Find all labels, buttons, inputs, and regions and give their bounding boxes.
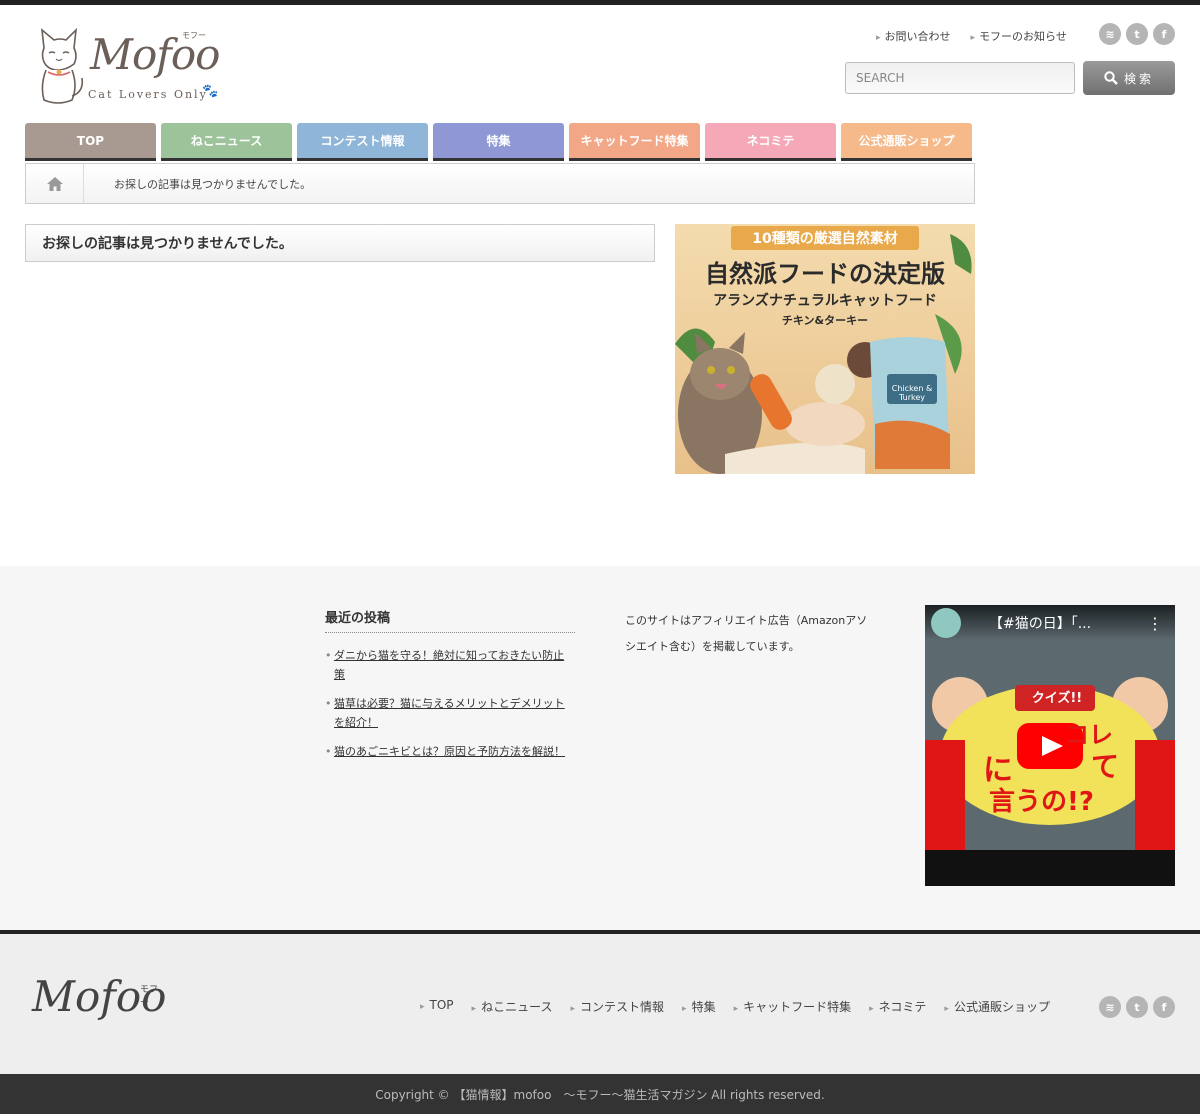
twitter-icon[interactable]: t [1126, 996, 1148, 1018]
footer-logo[interactable]: Mofoo モフー [32, 972, 166, 1021]
site-logo[interactable]: Mofoo モフー Cat Lovers Only 🐾 [32, 26, 222, 108]
list-item: ダニから猫を守る！絶対に知っておきたい防止策 [325, 646, 575, 684]
footer-nav-catfood[interactable]: キャットフード特集 [734, 998, 851, 1015]
recent-post-link[interactable]: 猫草は必要？猫に与えるメリットとデメリットを紹介！ [334, 697, 565, 729]
affiliate-notice: このサイトはアフィリエイト広告（Amazonアソシエイト含む）を掲載しています。 [625, 614, 868, 653]
news-link[interactable]: モフーのお知らせ [971, 28, 1067, 44]
twitter-icon[interactable]: t [1126, 23, 1148, 45]
ad-flavor: チキン&ターキー [781, 314, 869, 327]
facebook-icon[interactable]: f [1153, 996, 1175, 1018]
cat-logo-icon [40, 27, 84, 104]
more-options-icon[interactable]: ⋮ [1147, 614, 1163, 633]
facebook-icon[interactable]: f [1153, 23, 1175, 45]
logo-kana: モフー [182, 31, 206, 40]
nav-item-contest[interactable]: コンテスト情報 [297, 123, 428, 161]
rss-icon[interactable]: ≋ [1099, 996, 1121, 1018]
header-social: ≋ t f [1099, 23, 1175, 45]
search-button-label: 検索 [1123, 71, 1154, 86]
breadcrumb: お探しの記事は見つかりませんでした。 [25, 163, 975, 204]
footer-logo-kana: モフー [140, 985, 159, 1008]
footer-nav-news[interactable]: ねこニュース [472, 998, 552, 1015]
footer-nav-top[interactable]: TOP [420, 998, 454, 1015]
search-button[interactable]: 検索 [1083, 61, 1175, 95]
footer-nav: TOP ねこニュース コンテスト情報 特集 キャットフード特集 ネコミテ 公式通… [420, 998, 1050, 1015]
paw-icon: 🐾 [202, 84, 219, 99]
channel-avatar[interactable] [931, 608, 961, 638]
breadcrumb-home[interactable] [26, 164, 84, 203]
ad-product: アランズナチュラルキャットフード [713, 293, 937, 309]
rss-icon[interactable]: ≋ [1099, 23, 1121, 45]
video-overlay-line3: て [1091, 750, 1120, 783]
footer-social: ≋ t f [1099, 996, 1175, 1018]
video-overlay-quiz: クイズ!! [1031, 691, 1083, 706]
footer-nav-feature[interactable]: 特集 [682, 998, 716, 1015]
footer-nav-nekomite[interactable]: ネコミテ [869, 998, 927, 1015]
site-footer: Mofoo モフー TOP ねこニュース コンテスト情報 特集 キャットフード特… [0, 930, 1200, 1074]
main-nav: TOP ねこニュース コンテスト情報 特集 キャットフード特集 ネコミテ 公式通… [25, 123, 975, 161]
search-input[interactable] [845, 62, 1075, 94]
copyright: Copyright © 【猫情報】mofoo ～モフー～猫生活マガジン All … [0, 1074, 1200, 1114]
nav-item-catfood[interactable]: キャットフード特集 [569, 123, 700, 161]
nav-item-nekomite[interactable]: ネコミテ [705, 123, 836, 161]
footer-widgets: 最近の投稿 ダニから猫を守る！絶対に知っておきたい防止策 猫草は必要？猫に与える… [0, 566, 1200, 930]
recent-post-link[interactable]: ダニから猫を守る！絶対に知っておきたい防止策 [334, 649, 564, 681]
breadcrumb-current: お探しの記事は見つかりませんでした。 [114, 177, 312, 191]
youtube-embed[interactable]: クイズ!! コレ に て 言うの!? 【#猫の日】「... ⋮ [925, 605, 1175, 886]
list-item: 猫のあごニキビとは？原因と予防方法を解説！ [325, 742, 575, 761]
page-title: お探しの記事は見つかりませんでした。 [25, 224, 655, 262]
video-thumbnail [925, 605, 1175, 886]
video-title[interactable]: 【#猫の日】「... [989, 613, 1129, 633]
footer-nav-shop[interactable]: 公式通販ショップ [944, 998, 1050, 1015]
video-title-bar: 【#猫の日】「... ⋮ [925, 605, 1175, 641]
ad-bag-label: Chicken & Turkey [891, 384, 933, 402]
header-links: お問い合わせ モフーのお知らせ [876, 28, 1067, 44]
ad-banner[interactable]: 10種類の厳選自然素材 自然派フードの決定版 アランズナチュラルキャットフード … [675, 224, 975, 474]
recent-posts-title: 最近の投稿 [325, 607, 575, 633]
contact-link[interactable]: お問い合わせ [876, 28, 951, 44]
footer-nav-contest[interactable]: コンテスト情報 [570, 998, 664, 1015]
nav-item-top[interactable]: TOP [25, 123, 156, 161]
list-item: 猫草は必要？猫に与えるメリットとデメリットを紹介！ [325, 694, 575, 732]
search-icon [1104, 71, 1118, 85]
nav-item-news[interactable]: ねこニュース [161, 123, 292, 161]
top-border [0, 0, 1200, 5]
home-icon [46, 176, 63, 191]
nav-item-feature[interactable]: 特集 [433, 123, 564, 161]
video-overlay-line4: 言うの!? [989, 787, 1094, 817]
recent-posts-list: ダニから猫を守る！絶対に知っておきたい防止策 猫草は必要？猫に与えるメリットとデ… [325, 646, 575, 771]
recent-post-link[interactable]: 猫のあごニキビとは？原因と予防方法を解説！ [334, 745, 565, 758]
ad-badge: 10種類の厳選自然素材 [731, 226, 919, 250]
ad-headline: 自然派フードの決定版 [705, 260, 945, 288]
nav-item-shop[interactable]: 公式通販ショップ [841, 123, 972, 161]
logo-tagline: Cat Lovers Only [88, 88, 208, 101]
